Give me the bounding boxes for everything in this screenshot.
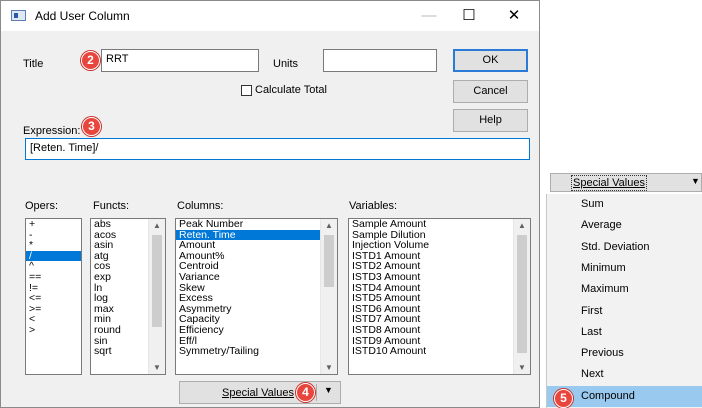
scroll-down-icon[interactable]: ▼ bbox=[321, 363, 337, 372]
dropdown-arrow-icon[interactable]: ▼ bbox=[324, 385, 333, 395]
dropdown-divider bbox=[316, 384, 317, 401]
callout-badge-4: 4 bbox=[296, 383, 315, 402]
variable-item[interactable]: Sample Amount bbox=[349, 219, 530, 230]
oper-item[interactable]: * bbox=[26, 240, 81, 251]
variable-item[interactable]: ISTD8 Amount bbox=[349, 325, 530, 336]
menu-item-maximum[interactable]: Maximum bbox=[547, 279, 702, 300]
oper-item[interactable]: + bbox=[26, 219, 81, 230]
menu-item-label: Next bbox=[581, 368, 604, 381]
menu-item-label: Std. Deviation bbox=[581, 240, 650, 253]
oper-item[interactable]: - bbox=[26, 229, 81, 241]
scroll-up-icon[interactable]: ▲ bbox=[321, 221, 337, 230]
close-button[interactable]: ✕ bbox=[494, 1, 534, 31]
menu-item-first[interactable]: First bbox=[547, 301, 702, 322]
maximize-button[interactable]: ☐ bbox=[449, 1, 489, 31]
menu-item-last[interactable]: Last bbox=[547, 322, 702, 343]
opers-listbox[interactable]: + - * / ^ == != <= >= < > bbox=[25, 218, 82, 375]
special-values-dropdown-header[interactable]: Special Values ▼ bbox=[550, 173, 702, 192]
menu-item-label: Maximum bbox=[581, 283, 629, 296]
ok-button[interactable]: OK bbox=[453, 49, 528, 72]
callout-badge-5: 5 bbox=[554, 389, 573, 408]
menu-item-next[interactable]: Next bbox=[547, 364, 702, 385]
title-label: Title bbox=[23, 58, 44, 70]
units-input[interactable] bbox=[323, 49, 437, 72]
scroll-down-icon[interactable]: ▼ bbox=[149, 363, 165, 372]
special-values-menu: Sum Average Std. Deviation Minimum Maximum Fi… bbox=[546, 194, 702, 408]
window-title: Add User Column bbox=[35, 9, 130, 23]
variables-label: Variables: bbox=[349, 200, 398, 212]
calculate-total-checkbox[interactable] bbox=[241, 85, 252, 96]
add-user-column-dialog: Add User Column — ☐ ✕ Title 2 RRT Units … bbox=[0, 0, 540, 408]
variables-scrollbar[interactable]: ▲ ▼ bbox=[513, 219, 530, 374]
special-values-header-label: Special Values bbox=[571, 175, 647, 191]
callout-badge-3: 3 bbox=[82, 117, 101, 136]
variable-item[interactable]: ISTD10 Amount bbox=[349, 346, 530, 357]
columns-scrollbar[interactable]: ▲ ▼ bbox=[320, 219, 337, 374]
functs-scrollbar[interactable]: ▲ ▼ bbox=[148, 219, 165, 374]
columns-label: Columns: bbox=[177, 200, 224, 212]
special-values-label: Special Values bbox=[222, 387, 294, 399]
oper-item[interactable]: > bbox=[26, 325, 81, 336]
variable-item[interactable]: ISTD3 Amount bbox=[349, 272, 530, 283]
oper-item[interactable]: == bbox=[26, 272, 81, 283]
scroll-up-icon[interactable]: ▲ bbox=[149, 221, 165, 230]
menu-item-minimum[interactable]: Minimum bbox=[547, 258, 702, 279]
expression-input[interactable]: [Reten. Time]/ bbox=[25, 138, 530, 160]
calculate-total-label: Calculate Total bbox=[255, 84, 327, 96]
menu-item-label: First bbox=[581, 304, 603, 317]
scroll-thumb[interactable] bbox=[152, 235, 162, 327]
app-icon bbox=[11, 10, 26, 21]
columns-listbox[interactable]: Peak Number Reten. Time Amount Amount% Centr… bbox=[175, 218, 338, 375]
functs-label: Functs: bbox=[93, 200, 130, 212]
menu-item-average[interactable]: Average bbox=[547, 215, 702, 236]
menu-item-sum[interactable]: Sum bbox=[547, 194, 702, 215]
functs-listbox[interactable]: abs acos asin atg cos exp ln log max min round sin s… bbox=[90, 218, 166, 375]
units-label: Units bbox=[273, 58, 299, 70]
scroll-down-icon[interactable]: ▼ bbox=[514, 363, 530, 372]
column-item[interactable]: Symmetry/Tailing bbox=[176, 346, 337, 357]
menu-item-label: Compound bbox=[581, 389, 635, 402]
oper-item[interactable]: / bbox=[26, 251, 81, 262]
menu-item-label: Previous bbox=[581, 347, 624, 360]
column-item[interactable]: Peak Number bbox=[176, 219, 337, 230]
special-values-button[interactable]: Special Values ▼ bbox=[179, 381, 341, 404]
menu-item-std-deviation[interactable]: Std. Deviation bbox=[547, 237, 702, 258]
variables-listbox[interactable]: Sample Amount Sample Dilution Injection Vo… bbox=[348, 218, 531, 375]
menu-item-label: Last bbox=[581, 325, 602, 338]
title-bar[interactable]: Add User Column — ☐ ✕ bbox=[1, 1, 539, 31]
menu-item-previous[interactable]: Previous bbox=[547, 343, 702, 364]
minimize-button[interactable]: — bbox=[409, 1, 449, 31]
scroll-thumb[interactable] bbox=[324, 235, 334, 287]
callout-badge-2: 2 bbox=[81, 51, 100, 70]
scroll-up-icon[interactable]: ▲ bbox=[514, 221, 530, 230]
dropdown-arrow-icon[interactable]: ▼ bbox=[691, 176, 700, 186]
column-item[interactable]: Variance bbox=[176, 272, 337, 283]
menu-item-label: Sum bbox=[581, 198, 604, 210]
scroll-thumb[interactable] bbox=[517, 235, 527, 353]
menu-item-label: Average bbox=[581, 219, 622, 232]
help-button[interactable]: Help bbox=[453, 109, 528, 132]
menu-item-label: Minimum bbox=[581, 261, 626, 274]
cancel-button[interactable]: Cancel bbox=[453, 80, 528, 103]
title-input[interactable]: RRT bbox=[101, 49, 259, 72]
expression-label: Expression: bbox=[23, 125, 81, 137]
column-item[interactable]: Efficiency bbox=[176, 325, 337, 336]
opers-label: Opers: bbox=[25, 200, 59, 212]
